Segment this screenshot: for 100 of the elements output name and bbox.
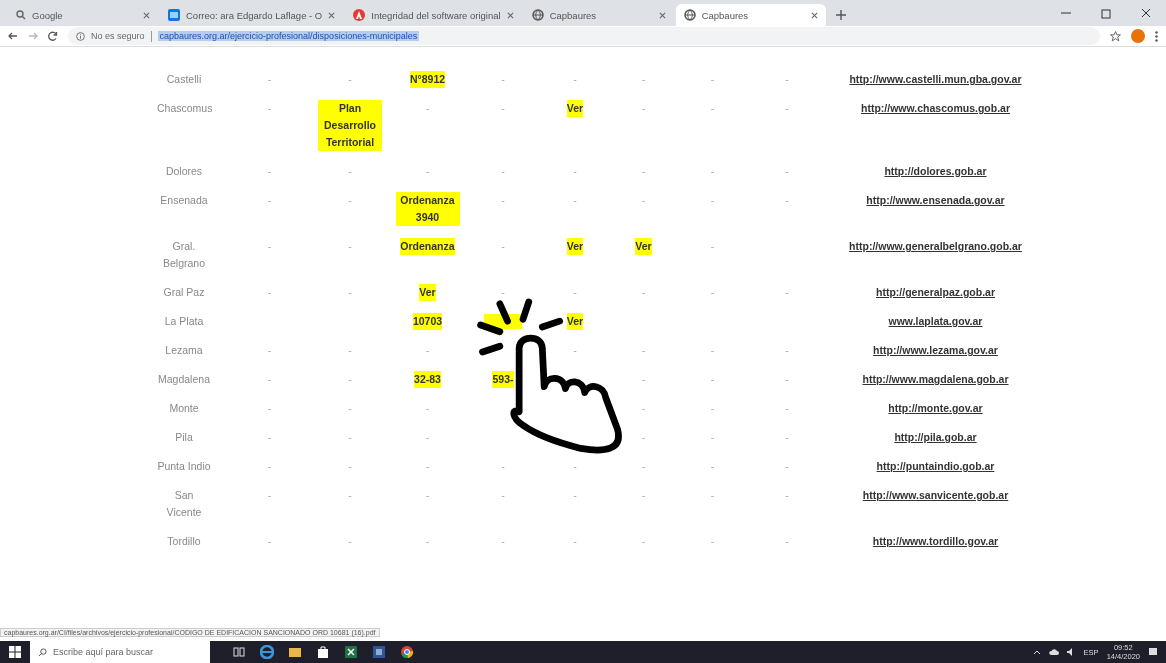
chrome-icon[interactable] xyxy=(400,645,414,659)
reload-icon[interactable] xyxy=(48,31,58,41)
dash: - xyxy=(501,459,505,474)
dash: - xyxy=(710,164,715,179)
highlighted-link[interactable]: Ver xyxy=(566,238,584,255)
dash: - xyxy=(501,488,505,503)
chevron-up-icon[interactable] xyxy=(1032,648,1041,656)
new-tab-icon[interactable] xyxy=(835,10,846,20)
highlighted-link[interactable]: Plan Desarrollo Territorial xyxy=(318,100,382,151)
highlighted-link[interactable]: Ver xyxy=(419,284,436,301)
search-icon xyxy=(38,647,47,657)
browser-tab[interactable]: Capbaures xyxy=(523,4,674,26)
dash: - xyxy=(710,239,715,254)
cloud-icon[interactable] xyxy=(1048,648,1059,656)
dash: - xyxy=(267,239,272,254)
highlighted-link[interactable]: Ver xyxy=(566,313,584,330)
dash: - xyxy=(641,459,646,474)
municipality-name: Monte xyxy=(169,401,199,416)
dash: - xyxy=(267,193,272,208)
dash: - xyxy=(348,401,352,416)
dash: - xyxy=(573,343,577,358)
dash: - xyxy=(425,164,430,179)
address-bar[interactable]: No es seguro capbaures.org.ar/ejercicio-profesional/disposiciones-municipales xyxy=(68,27,1100,45)
dash: - xyxy=(641,534,646,549)
dash: - xyxy=(348,72,352,87)
notifications-icon[interactable] xyxy=(1148,647,1158,657)
browser-tab[interactable]: Correo: ara Edgardo Laflage - O xyxy=(160,4,344,26)
highlighted-link[interactable]: 10703 xyxy=(412,313,443,330)
dash: - xyxy=(710,372,715,387)
browser-tab[interactable]: Capbaures xyxy=(675,4,826,26)
highlighted-link[interactable]: 593- xyxy=(492,371,514,388)
website-link[interactable]: www.laplata.gov.ar xyxy=(888,313,983,330)
dash: - xyxy=(348,193,352,208)
dash: - xyxy=(573,164,577,179)
folder-icon[interactable] xyxy=(288,645,302,659)
dash: - xyxy=(573,459,577,474)
triangle-logo-icon xyxy=(353,9,366,21)
municipality-name: Dolores xyxy=(165,164,203,179)
highlighted-link[interactable]: Ordenanza 3940 xyxy=(395,192,460,226)
close-icon[interactable] xyxy=(658,11,666,19)
dash: - xyxy=(267,101,272,116)
dash: - xyxy=(425,101,430,116)
dash: - xyxy=(641,164,646,179)
spreadsheet-icon[interactable] xyxy=(344,645,358,659)
browser-tab[interactable]: Integridad del software original xyxy=(345,4,522,26)
dash: - xyxy=(267,459,272,474)
close-icon[interactable] xyxy=(810,11,818,19)
dash: - xyxy=(425,430,430,445)
close-icon[interactable] xyxy=(328,11,336,19)
website-link[interactable]: http://pila.gob.ar xyxy=(894,429,977,446)
star-icon[interactable] xyxy=(1110,30,1121,42)
website-link[interactable]: http://monte.gov.ar xyxy=(888,400,983,417)
search-icon xyxy=(16,10,26,20)
website-link[interactable]: http://www.lezama.gov.ar xyxy=(873,342,998,359)
menu-icon[interactable] xyxy=(1155,30,1158,42)
highlighted-link[interactable]: Ver xyxy=(566,100,584,117)
website-link[interactable]: http://dolores.gob.ar xyxy=(884,163,987,180)
municipality-name: Punta Indio xyxy=(157,459,211,474)
dash: - xyxy=(501,239,505,254)
dash: - xyxy=(641,101,646,116)
website-link[interactable]: http://www.ensenada.gov.ar xyxy=(866,192,1005,209)
back-icon[interactable] xyxy=(8,31,18,41)
profile-avatar[interactable] xyxy=(1131,29,1145,43)
highlighted-link[interactable]: Ordenanza xyxy=(400,238,455,255)
municipality-name: La Plata xyxy=(164,314,204,329)
dash: - xyxy=(348,164,352,179)
dash: - xyxy=(785,534,789,549)
website-link[interactable]: http://puntaindio.gob.ar xyxy=(876,458,995,475)
close-icon[interactable] xyxy=(506,11,514,19)
dash: - xyxy=(267,372,272,387)
dash: - xyxy=(641,488,646,503)
task-view-icon[interactable] xyxy=(232,645,246,659)
website-link[interactable]: http://www.chascomus.gob.ar xyxy=(861,100,1010,117)
website-link[interactable]: http://www.sanvicente.gob.ar xyxy=(862,487,1009,504)
dash: - xyxy=(348,343,352,358)
dash: - xyxy=(425,459,430,474)
dash: - xyxy=(425,534,430,549)
highlighted-link[interactable]: Ver xyxy=(635,238,652,255)
shopping-bag-icon[interactable] xyxy=(316,645,330,659)
municipality-name: Magdalena xyxy=(158,372,210,387)
website-link[interactable]: http://www.castelli.mun.gba.gov.ar xyxy=(849,71,1022,88)
website-link[interactable]: http://www.tordillo.gov.ar xyxy=(872,533,999,550)
taskbar-search-field[interactable]: Escribe aquí para buscar xyxy=(30,641,210,663)
document-icon[interactable] xyxy=(372,645,386,659)
highlighted-link[interactable]: 32-83 xyxy=(414,371,441,388)
dash: - xyxy=(785,285,789,300)
dash: - xyxy=(641,285,646,300)
dash: - xyxy=(785,343,789,358)
website-link[interactable]: http://www.magdalena.gob.ar xyxy=(862,371,1009,388)
website-link[interactable]: http://generalpaz.gob.ar xyxy=(876,284,995,301)
dash: - xyxy=(348,459,352,474)
dash: - xyxy=(425,343,430,358)
close-icon[interactable] xyxy=(143,11,150,19)
website-link[interactable]: http://www.generalbelgrano.gob.ar xyxy=(849,238,1022,255)
browser-tab[interactable]: Google xyxy=(8,4,158,26)
browser-e-icon[interactable] xyxy=(260,645,274,659)
dash: - xyxy=(785,193,789,208)
highlighted-link[interactable]: N°8912 xyxy=(409,71,446,88)
windows-start-icon[interactable] xyxy=(9,646,21,658)
dash: - xyxy=(785,101,789,116)
